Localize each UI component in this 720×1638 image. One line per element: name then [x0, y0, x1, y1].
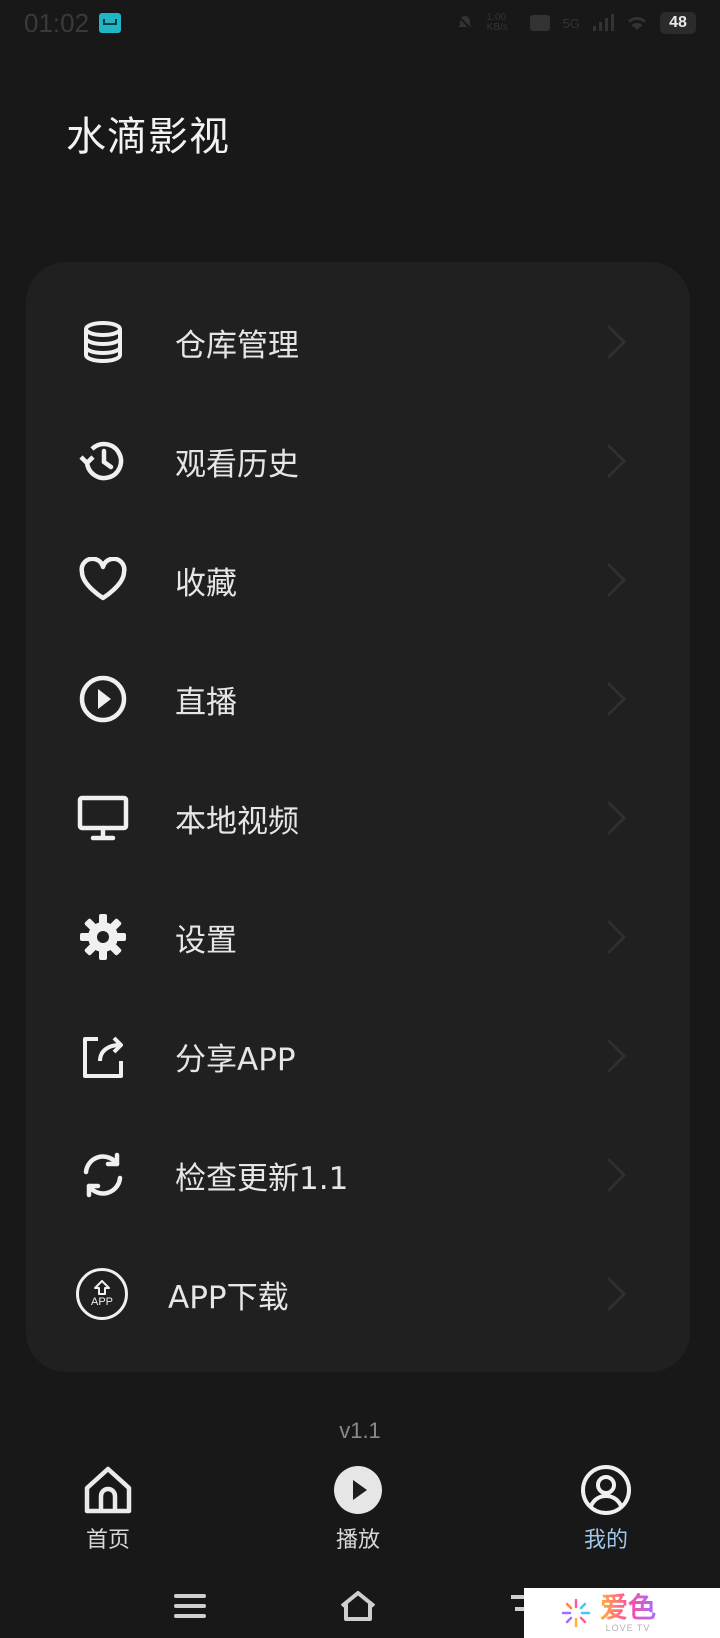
chevron-right-icon	[606, 1157, 627, 1193]
chevron-right-icon	[606, 1276, 627, 1312]
watermark-text: 爱色 LOVE TV	[600, 1591, 657, 1634]
app-download-icon: APP	[76, 1268, 128, 1320]
mute-icon	[456, 15, 473, 31]
home-outline-icon	[340, 1591, 376, 1621]
watermark-main: 爱色	[600, 1591, 657, 1624]
nav-item-profile[interactable]: 我的	[546, 1458, 666, 1568]
battery-indicator: 48	[660, 12, 696, 34]
nav-label: 我的	[583, 1528, 628, 1553]
menu-item-label: 设置	[175, 922, 237, 959]
recent-apps-button[interactable]	[160, 1584, 220, 1628]
menu-icon	[174, 1594, 206, 1618]
profile-icon	[578, 1462, 634, 1518]
home-icon	[80, 1462, 136, 1518]
bottom-nav: 首页 播放 我的	[0, 1458, 720, 1568]
chevron-right-icon	[606, 681, 627, 717]
menu-item-local-video[interactable]: 本地视频	[26, 756, 690, 880]
signal-icon	[593, 14, 614, 31]
nav-item-home[interactable]: 首页	[48, 1458, 168, 1568]
heart-icon	[76, 553, 130, 607]
page-title: 水滴影视	[66, 114, 230, 160]
network-type: 5G	[562, 15, 580, 31]
menu-item-app-download[interactable]: APP APP下载	[26, 1232, 690, 1356]
menu-item-label: 分享APP	[175, 1041, 296, 1078]
menu-item-label: 收藏	[175, 565, 237, 602]
hd-icon	[529, 15, 550, 31]
menu-item-live[interactable]: 直播	[26, 637, 690, 761]
watermark: 爱色 LOVE TV	[524, 1588, 720, 1638]
status-time: 01:02	[24, 7, 90, 38]
menu-item-favorites[interactable]: 收藏	[26, 518, 690, 642]
menu-item-settings[interactable]: 设置	[26, 875, 690, 999]
menu-item-label: APP下载	[168, 1279, 289, 1316]
chevron-right-icon	[606, 919, 627, 955]
app-notification-icon	[99, 13, 122, 33]
monitor-icon	[76, 791, 130, 845]
menu-item-check-update[interactable]: 检查更新1.1	[26, 1113, 690, 1237]
status-left: 01:02	[24, 7, 122, 39]
menu-item-label: 观看历史	[175, 446, 299, 483]
share-icon	[76, 1029, 130, 1083]
menu-item-label: 仓库管理	[175, 327, 299, 364]
database-icon	[76, 315, 130, 369]
wifi-icon	[628, 17, 646, 30]
watermark-sub: LOVE TV	[605, 1623, 651, 1633]
net-speed: 1.00 KB/s	[486, 12, 508, 33]
app-download-icon-text: APP	[90, 1296, 113, 1308]
play-icon	[330, 1462, 386, 1518]
nav-item-play[interactable]: 播放	[298, 1458, 418, 1568]
menu-item-share[interactable]: 分享APP	[26, 994, 690, 1118]
chevron-right-icon	[606, 443, 627, 479]
version-label: v1.1	[339, 1418, 381, 1443]
chevron-right-icon	[606, 324, 627, 360]
history-icon	[76, 434, 130, 488]
status-bar: 01:02 1.00 KB/s 5G 48	[0, 0, 720, 46]
system-home-button[interactable]	[328, 1584, 388, 1628]
chevron-right-icon	[606, 800, 627, 836]
chevron-right-icon	[606, 1038, 627, 1074]
menu-item-label: 检查更新1.1	[175, 1160, 349, 1197]
nav-label: 播放	[335, 1528, 380, 1553]
menu-card: 仓库管理 观看历史 收藏 直播 本地视频 设置 分享APP 检查更新1.1 AP…	[26, 262, 690, 1372]
menu-item-label: 直播	[175, 684, 237, 721]
play-circle-icon	[76, 672, 130, 726]
menu-item-history[interactable]: 观看历史	[26, 399, 690, 523]
gear-icon	[76, 910, 130, 964]
flower-logo-icon	[560, 1597, 592, 1629]
status-right: 1.00 KB/s 5G 48	[455, 12, 696, 34]
menu-item-repository[interactable]: 仓库管理	[26, 280, 690, 404]
refresh-icon	[76, 1148, 130, 1202]
chevron-right-icon	[606, 562, 627, 598]
nav-label: 首页	[85, 1528, 130, 1553]
menu-item-label: 本地视频	[175, 803, 299, 840]
